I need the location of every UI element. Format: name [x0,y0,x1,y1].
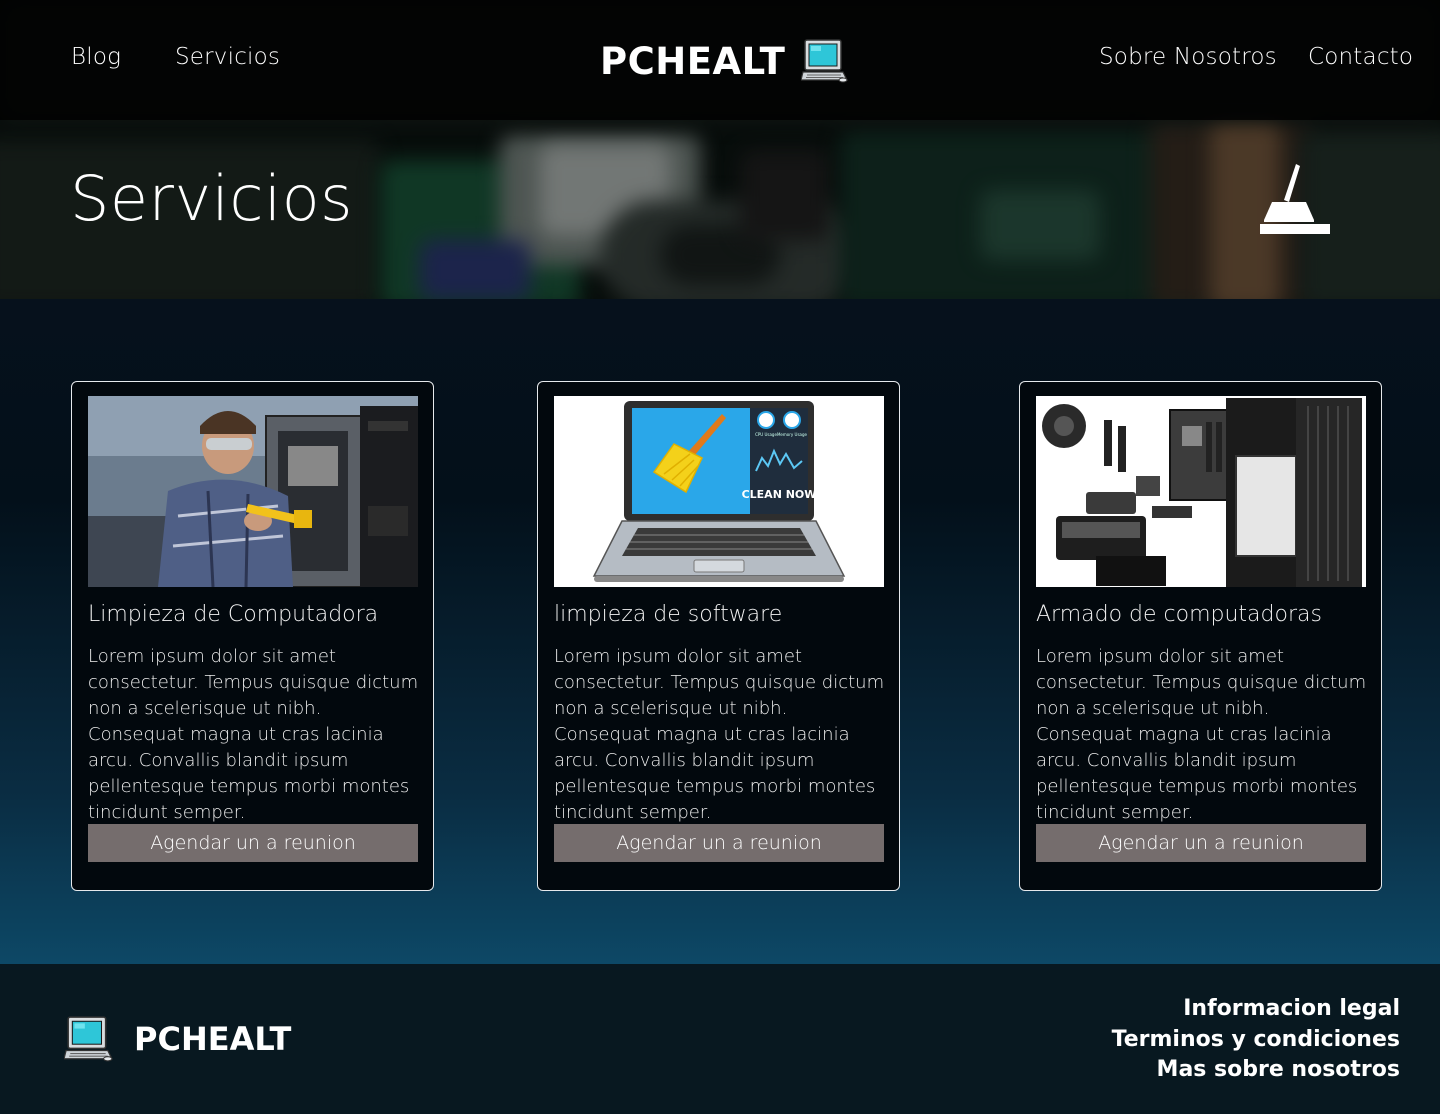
laptop-clean-now-illustration: CPU Usage Memory Usage CLEAN NOW [554,396,884,587]
card-title: Limpieza de Computadora [88,602,379,627]
computer-icon [64,1016,113,1062]
top-navbar: Blog Servicios PCHEALT Sobre Nosotros Co… [0,0,1440,120]
cpu-usage-label: CPU Usage [755,432,777,437]
computer-icon [801,39,849,83]
nav-link-servicios[interactable]: Servicios [175,44,280,70]
brand-name: PCHEALT [600,39,786,83]
broom-icon [1260,164,1330,234]
footer-brand[interactable]: PCHEALT [64,1016,291,1062]
card-title: limpieza de software [554,602,783,627]
technician-cleaning-pc-photo [88,396,418,587]
service-card-limpieza-computadora: Limpieza de Computadora Lorem ipsum dolo… [71,381,434,891]
page-title: Servicios [70,162,353,235]
footer-links: Informacion legal Terminos y condiciones… [1112,994,1400,1086]
service-card-armado-computadoras: Armado de computadoras Lorem ipsum dolor… [1019,381,1382,891]
schedule-meeting-button[interactable]: Agendar un a reunion [1036,824,1366,862]
clean-now-label: CLEAN NOW [742,488,817,501]
schedule-meeting-button[interactable]: Agendar un a reunion [554,824,884,862]
pc-components-photo [1036,396,1366,587]
memory-usage-label: Memory Usage [777,432,808,437]
schedule-meeting-button[interactable]: Agendar un a reunion [88,824,418,862]
service-card-limpieza-software: CPU Usage Memory Usage CLEAN NOW limpiez… [537,381,900,891]
footer: PCHEALT Informacion legal Terminos y con… [0,964,1440,1114]
footer-link-informacion-legal[interactable]: Informacion legal [1112,994,1400,1025]
nav-link-sobre-nosotros[interactable]: Sobre Nosotros [1099,44,1277,70]
brand-logo[interactable]: PCHEALT [600,36,849,86]
card-description: Lorem ipsum dolor sit amet consectetur. … [88,646,419,823]
services-section: Limpieza de Computadora Lorem ipsum dolo… [0,299,1440,964]
card-title: Armado de computadoras [1036,602,1322,627]
footer-link-mas-sobre-nosotros[interactable]: Mas sobre nosotros [1112,1055,1400,1086]
card-description: Lorem ipsum dolor sit amet consectetur. … [554,646,885,823]
footer-link-terminos[interactable]: Terminos y condiciones [1112,1025,1400,1056]
footer-brand-name: PCHEALT [134,1020,292,1058]
nav-link-blog[interactable]: Blog [71,44,121,70]
card-description: Lorem ipsum dolor sit amet consectetur. … [1036,646,1367,823]
nav-link-contacto[interactable]: Contacto [1308,44,1413,70]
